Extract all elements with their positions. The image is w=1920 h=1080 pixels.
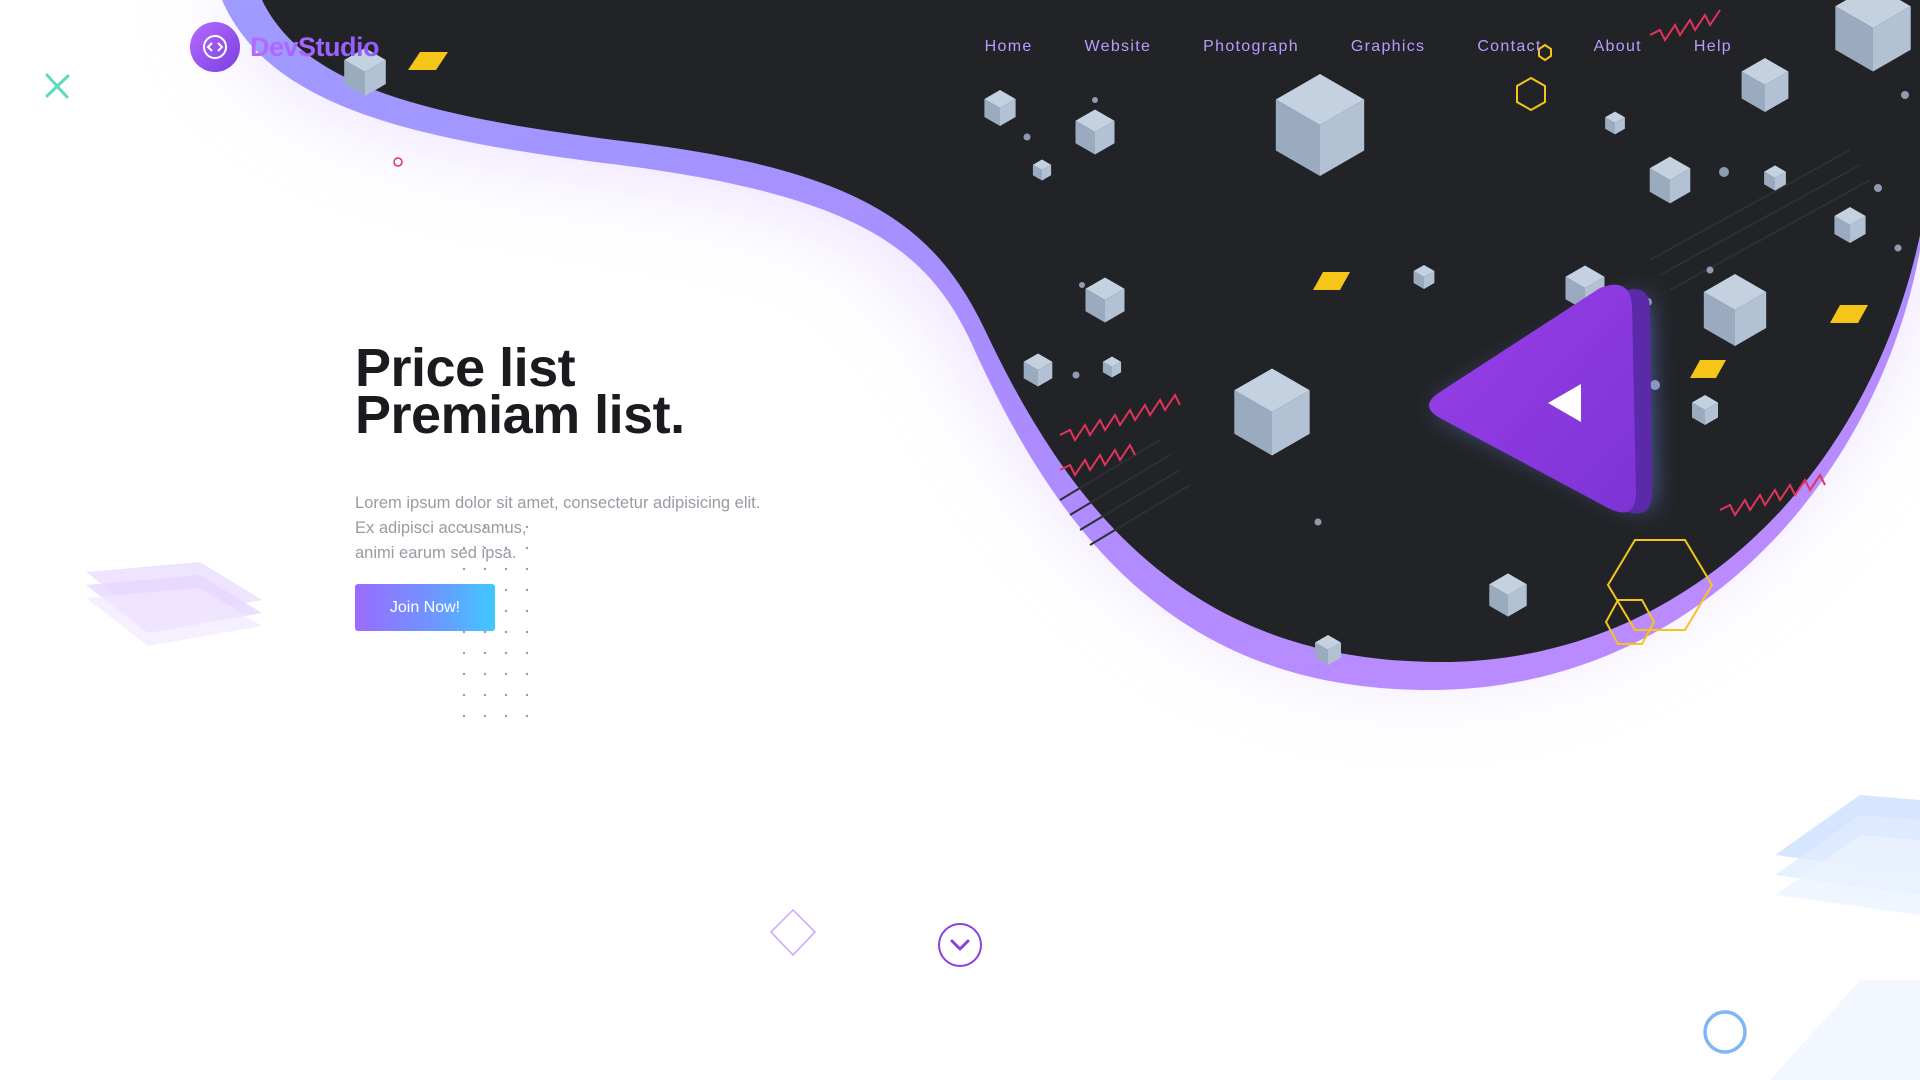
play-triangle-icon[interactable] [1430,285,1655,520]
chevron-down-icon [950,939,970,951]
brand-name: DevStudio [250,31,380,62]
nav-about[interactable]: About [1594,38,1642,56]
nav-graphics[interactable]: Graphics [1351,38,1425,56]
main-navigation: Home Website Photograph Graphics Contact… [985,38,1732,56]
hero-description: Lorem ipsum dolor sit amet, consectetur … [355,491,875,566]
hero-desc-line2: Ex adipisci accusamus, [355,519,527,537]
hero-section: Price list Premiam list. Lorem ipsum dol… [355,341,875,566]
scroll-down-button[interactable] [938,923,982,967]
hero-background [45,0,1920,1080]
hero-title: Price list Premiam list. [355,341,875,442]
nav-photograph[interactable]: Photograph [1203,38,1299,56]
code-emblem-icon [190,22,240,72]
nav-home[interactable]: Home [985,38,1033,56]
nav-website[interactable]: Website [1085,38,1152,56]
brand-logo[interactable]: DevStudio [190,22,380,72]
hero-title-line2: Premiam list. [355,385,685,445]
hero-desc-line3: animi earum sed ipsa. [355,544,517,562]
nav-help[interactable]: Help [1694,38,1732,56]
join-now-button[interactable]: Join Now! [355,584,495,631]
hero-desc-line1: Lorem ipsum dolor sit amet, consectetur … [355,494,761,512]
nav-contact[interactable]: Contact [1477,38,1541,56]
